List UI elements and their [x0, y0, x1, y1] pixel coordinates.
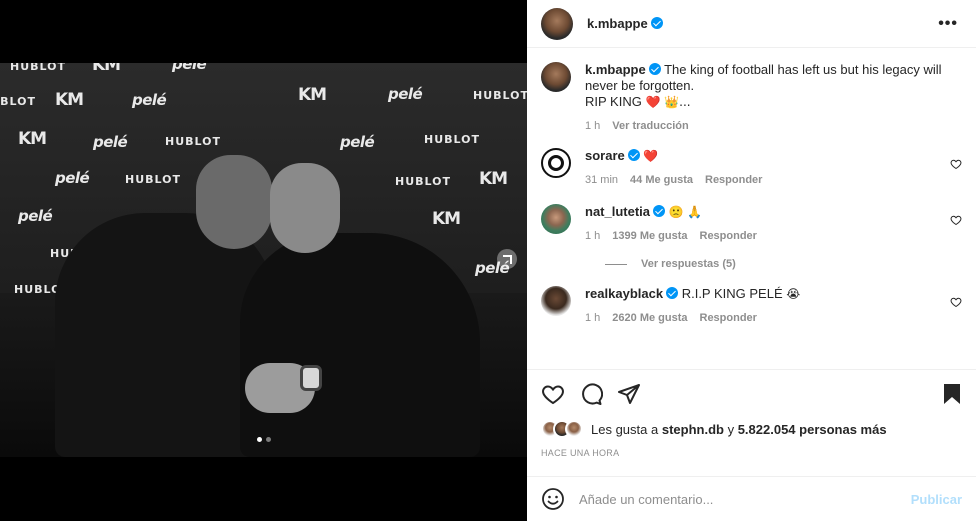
verified-badge-icon	[648, 63, 661, 75]
likes-prefix: Les gusta a	[591, 421, 659, 437]
like-heart-icon[interactable]	[541, 382, 565, 406]
sponsor-hublot: HUBLOT	[165, 135, 221, 148]
comment-text: R.I.P KING PELÉ	[681, 286, 783, 301]
verified-badge-icon	[627, 149, 640, 161]
commenter-avatar[interactable]	[541, 286, 571, 316]
comment-emoji: 🙁 🙏	[668, 205, 703, 219]
author-avatar[interactable]	[541, 62, 571, 92]
commenter-avatar[interactable]	[541, 204, 571, 234]
carousel-dot-active	[257, 437, 262, 442]
comment-item: nat_lutetia 🙁 🙏 1 h 1399 Me gusta Respon…	[541, 204, 962, 244]
translate-link[interactable]: Ver traducción	[612, 118, 688, 134]
reply-button[interactable]: Responder	[700, 228, 757, 244]
reply-button[interactable]: Responder	[705, 172, 762, 188]
share-paper-plane-icon[interactable]	[617, 382, 641, 406]
person-right-head	[270, 163, 340, 253]
post-sidebar: k.mbappe ••• k.mbappe The king of footba…	[527, 0, 976, 521]
commenter-username[interactable]: nat_lutetia	[585, 204, 650, 219]
author-avatar[interactable]	[541, 7, 573, 40]
publish-button[interactable]: Publicar	[911, 492, 962, 507]
likes-others[interactable]: 5.822.054 personas más	[738, 422, 887, 437]
post-caption: k.mbappe The king of football has left u…	[541, 62, 962, 134]
post-photo: HUBLOT KM pelé HUBLOT KM pelé KM pelé HU…	[0, 63, 527, 457]
sponsor-hublot: HUBLOT	[125, 173, 181, 186]
author-username[interactable]: k.mbappe	[587, 16, 648, 31]
sponsor-km: KM	[432, 209, 461, 229]
caption-username[interactable]: k.mbappe	[585, 62, 646, 77]
caption-line2: RIP KING	[585, 94, 642, 109]
sponsor-km: KM	[479, 169, 508, 189]
reply-button[interactable]: Responder	[700, 310, 757, 326]
sponsor-hublot: HUBLOT	[424, 133, 480, 146]
verified-badge-icon	[650, 16, 663, 29]
sponsor-hublot: HUBLOT	[473, 89, 527, 102]
caption-emoji: ❤️ 👑...	[645, 95, 691, 109]
comment-emoji: 😭	[786, 287, 801, 301]
sponsor-hublot: HUBLOT	[0, 95, 36, 108]
sponsor-hublot: HUBLOT	[395, 175, 451, 188]
comment-input[interactable]	[579, 491, 911, 507]
liker-avatar[interactable]	[565, 420, 583, 438]
sponsor-pele: pelé	[93, 133, 128, 151]
commenter-username[interactable]: sorare	[585, 148, 625, 163]
sponsor-km: KM	[298, 85, 327, 105]
wristwatch	[300, 365, 322, 391]
post-actions: Les gusta a stephn.db y 5.822.054 person…	[527, 369, 976, 458]
likes-summary: Les gusta a stephn.db y 5.822.054 person…	[541, 420, 962, 438]
like-comment-heart-icon[interactable]	[950, 214, 962, 226]
comment-emoji: ❤️	[643, 149, 659, 163]
comment-item: sorare ❤️ 31 min 44 Me gusta Responder	[541, 148, 962, 188]
sponsor-pele: pelé	[172, 63, 207, 73]
sponsor-pele: pelé	[55, 169, 90, 187]
commenter-avatar[interactable]	[541, 148, 571, 178]
commenter-username[interactable]: realkayblack	[585, 286, 663, 301]
save-bookmark-icon[interactable]	[942, 382, 962, 406]
sponsor-km: KM	[18, 129, 47, 149]
carousel-dot	[266, 437, 271, 442]
comment-bubble-icon[interactable]	[579, 382, 603, 406]
sponsor-hublot: HUBLOT	[10, 63, 66, 73]
more-options-icon[interactable]: •••	[934, 11, 962, 37]
caption-time: 1 h	[585, 120, 601, 132]
post-header: k.mbappe •••	[527, 0, 976, 48]
comment-likes[interactable]: 2620 Me gusta	[612, 310, 687, 326]
post-media[interactable]: HUBLOT KM pelé HUBLOT KM pelé KM pelé HU…	[0, 0, 527, 521]
comment-item: realkayblack R.I.P KING PELÉ 😭 1 h 2620 …	[541, 286, 962, 326]
add-comment-bar: Publicar	[527, 476, 976, 521]
person-right-body	[240, 233, 480, 457]
carousel-indicator	[257, 437, 271, 442]
sponsor-km: KM	[92, 63, 121, 75]
post-timestamp[interactable]: HACE UNA HORA	[541, 448, 962, 458]
like-comment-heart-icon[interactable]	[950, 158, 962, 170]
emoji-picker-icon[interactable]	[541, 487, 565, 511]
like-comment-heart-icon[interactable]	[950, 296, 962, 308]
sponsor-pele: pelé	[340, 133, 375, 151]
comment-likes[interactable]: 44 Me gusta	[630, 172, 693, 188]
comments-list[interactable]: k.mbappe The king of football has left u…	[527, 48, 976, 369]
likes-first-user[interactable]: stephn.db	[662, 422, 724, 437]
comment-time: 1 h	[585, 312, 601, 324]
comment-time: 31 min	[585, 174, 619, 186]
person-left-head	[196, 155, 272, 249]
sponsor-pele: pelé	[132, 91, 167, 109]
likes-conjunction: y	[727, 421, 735, 437]
verified-badge-icon	[653, 205, 666, 217]
next-image-button[interactable]	[497, 249, 517, 269]
comment-time: 1 h	[585, 230, 601, 242]
sponsor-km: KM	[55, 90, 84, 110]
post-modal: HUBLOT KM pelé HUBLOT KM pelé KM pelé HU…	[0, 0, 976, 521]
view-replies-link[interactable]: Ver respuestas (5)	[605, 258, 962, 270]
comment-likes[interactable]: 1399 Me gusta	[612, 228, 687, 244]
view-replies-label: Ver respuestas (5)	[641, 258, 736, 270]
verified-badge-icon	[666, 287, 679, 299]
sponsor-pele: pelé	[388, 85, 423, 103]
view-replies-line	[605, 263, 627, 265]
sponsor-pele: pelé	[18, 207, 53, 225]
